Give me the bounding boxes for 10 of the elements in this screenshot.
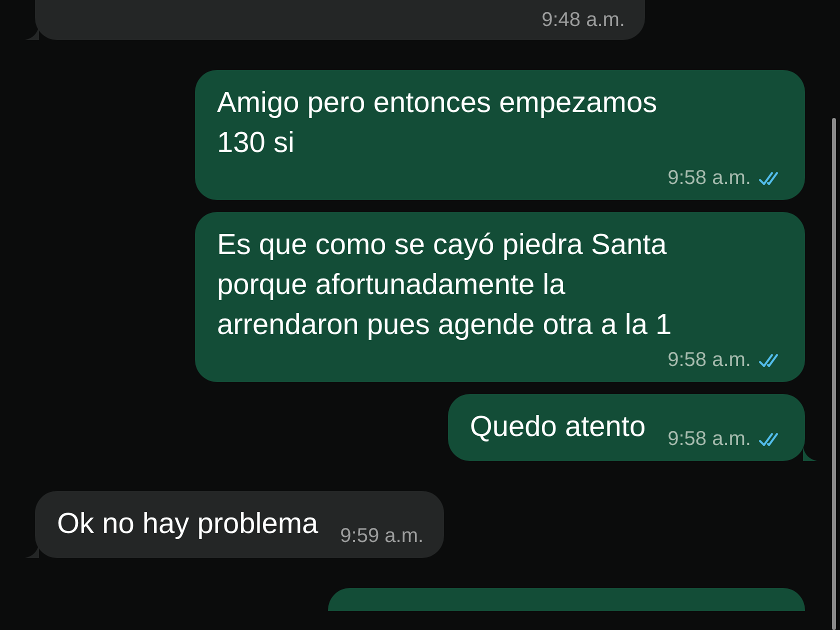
message-time: 9:58 a.m. — [668, 167, 751, 190]
message-time: 9:48 a.m. — [542, 9, 625, 32]
message-text: Es que como se cayó piedra Santa porque afortunadamente la arrendaron pues agende otra a la 1 — [217, 228, 672, 343]
scrollbar[interactable] — [832, 118, 836, 630]
message-time: 9:58 a.m. — [668, 349, 751, 372]
message-time: 9:59 a.m. — [340, 525, 424, 548]
message-text: Ok no hay problema — [57, 507, 318, 542]
message-time: 9:58 a.m. — [668, 428, 751, 451]
message-text: Amigo pero entonces empezamos 130 si — [217, 86, 658, 161]
message-text: Quedo atento — [470, 410, 646, 445]
